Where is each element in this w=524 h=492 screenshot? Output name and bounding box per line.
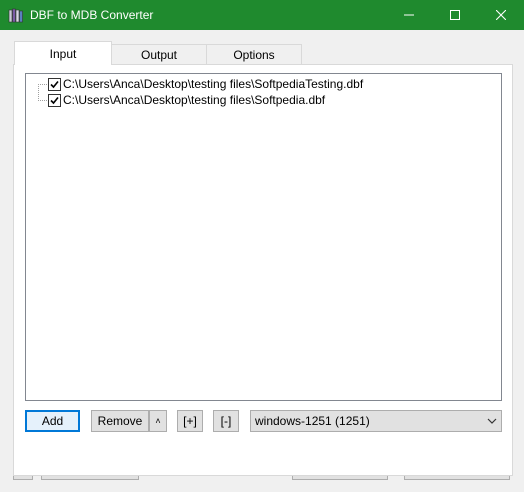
file-tree[interactable]: C:\Users\Anca\Desktop\testing files\Soft… [25,73,502,401]
check-icon [50,80,59,88]
collapse-all-button[interactable]: [-] [213,410,239,432]
tab-label: Output [140,48,178,62]
remove-dropdown-button[interactable]: ˄ [149,410,167,432]
maximize-icon [450,10,460,20]
encoding-select[interactable]: windows-1251 (1251) [250,410,502,432]
tab-input[interactable]: Input [14,41,112,65]
minimize-button[interactable] [386,0,432,30]
minimize-icon [404,14,414,16]
remove-button[interactable]: Remove [91,410,149,432]
tree-connector [38,99,47,101]
tab-output[interactable]: Output [111,44,207,65]
file-checkbox[interactable] [48,93,61,107]
close-button[interactable] [478,0,524,30]
check-icon [50,96,59,104]
window-title: DBF to MDB Converter [30,8,154,22]
input-tab-panel: C:\Users\Anca\Desktop\testing files\Soft… [13,64,513,476]
tab-options[interactable]: Options [206,44,302,65]
title-bar: DBF to MDB Converter [0,0,524,30]
chevron-up-icon: ˄ [155,416,161,426]
close-icon [496,10,506,20]
chevron-down-icon [483,418,501,424]
file-path: C:\Users\Anca\Desktop\testing files\Soft… [63,77,364,91]
encoding-value: windows-1251 (1251) [255,414,370,428]
add-button[interactable]: Add [25,410,80,432]
books-icon [8,7,24,23]
tab-label: Input [49,46,77,61]
tab-label: Options [233,48,275,62]
tree-item[interactable]: C:\Users\Anca\Desktop\testing files\Soft… [38,92,325,108]
maximize-button[interactable] [432,0,478,30]
expand-all-button[interactable]: [+] [177,410,203,432]
tree-item[interactable]: C:\Users\Anca\Desktop\testing files\Soft… [38,76,363,92]
client-area: Input Output Options C:\Users\Anca\Deskt… [0,30,524,492]
file-path: C:\Users\Anca\Desktop\testing files\Soft… [63,93,326,107]
file-checkbox[interactable] [48,77,61,91]
tree-connector [38,83,47,85]
